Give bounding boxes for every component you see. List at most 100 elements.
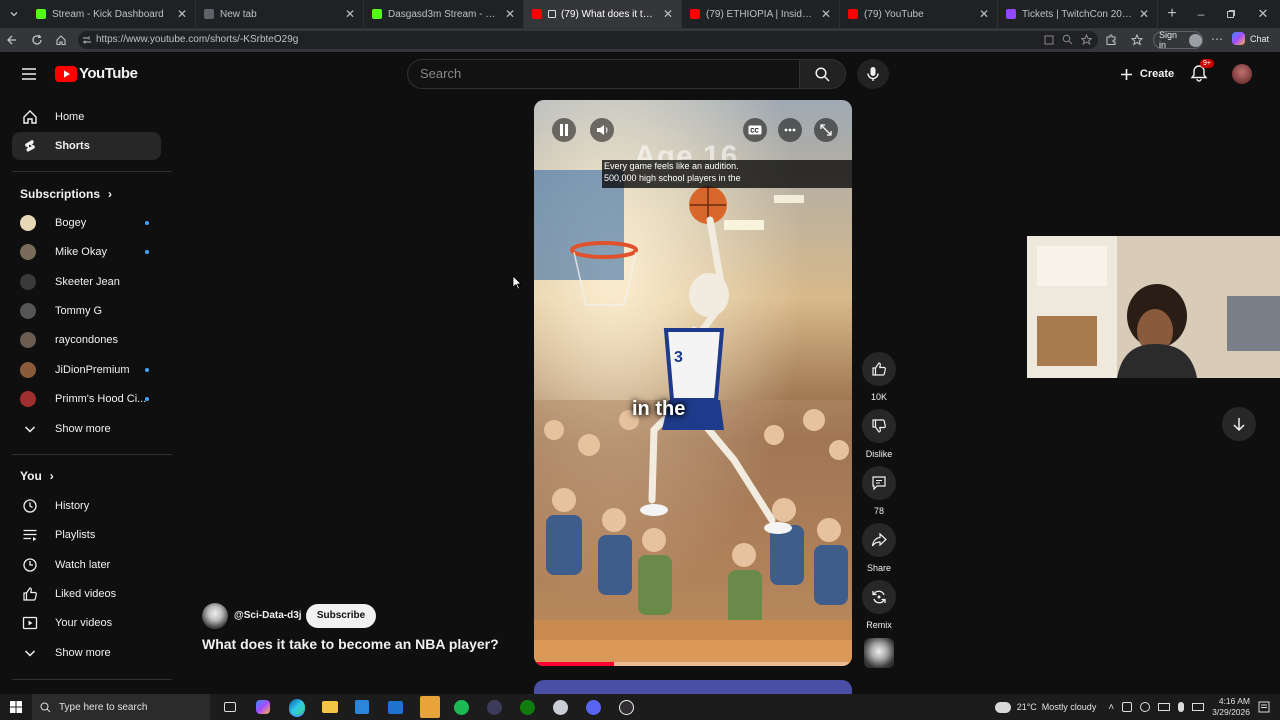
- new-tab-button[interactable]: +: [1158, 0, 1186, 28]
- sidebar-item-subscription[interactable]: Tommy G: [12, 297, 161, 325]
- favorites-icon[interactable]: [1131, 34, 1143, 46]
- sidebar-item-shorts[interactable]: Shorts: [12, 132, 161, 160]
- mail-icon[interactable]: [388, 700, 403, 714]
- tray-network-icon[interactable]: [1122, 702, 1133, 712]
- extensions-icon[interactable]: [1105, 34, 1117, 46]
- close-window-button[interactable]: ✕: [1246, 6, 1280, 22]
- xbox-icon[interactable]: [520, 699, 535, 715]
- dislike-button[interactable]: [862, 409, 896, 443]
- sidebar-item-home[interactable]: Home: [12, 103, 161, 131]
- sidebar-item-subscription[interactable]: JiDionPremium: [12, 356, 161, 384]
- browser-tab[interactable]: Tickets | TwitchCon 2026 ✕: [998, 0, 1158, 28]
- tray-volume-icon[interactable]: [1140, 702, 1151, 712]
- zoom-icon[interactable]: [1062, 34, 1073, 45]
- refresh-icon[interactable]: [31, 34, 43, 46]
- share-button[interactable]: [862, 523, 896, 557]
- more-options-button[interactable]: [778, 118, 802, 142]
- sidebar-item-subscription[interactable]: raycondones: [12, 326, 161, 354]
- read-aloud-icon[interactable]: [1081, 34, 1092, 45]
- tab-close-icon[interactable]: ✕: [663, 7, 673, 21]
- home-browser-icon[interactable]: [55, 34, 67, 46]
- maximize-button[interactable]: [1216, 9, 1246, 19]
- you-header[interactable]: You ›: [20, 469, 54, 483]
- like-button[interactable]: [862, 352, 896, 386]
- copilot-chat-button[interactable]: Chat: [1232, 32, 1269, 45]
- show-more-subscriptions-button[interactable]: Show more: [12, 415, 161, 443]
- weather-text[interactable]: 21°C Mostly cloudy: [1017, 702, 1097, 712]
- sidebar-item-subscription[interactable]: Primm's Hood Ci...: [12, 385, 161, 413]
- show-more-you-button[interactable]: Show more: [12, 639, 161, 667]
- clock[interactable]: 4:16 AM 3/29/2026: [1212, 696, 1250, 718]
- sidebar-item-subscription[interactable]: Skeeter Jean: [12, 268, 161, 296]
- progress-track[interactable]: [534, 662, 852, 666]
- taskbar-search[interactable]: Type here to search: [32, 694, 210, 720]
- browser-tab[interactable]: New tab ✕: [196, 0, 364, 28]
- search-button[interactable]: [800, 59, 846, 89]
- address-bar[interactable]: https://www.youtube.com/shorts/-KSrbteO2…: [78, 31, 1098, 49]
- notification-center-icon[interactable]: [1258, 701, 1270, 713]
- sign-in-button[interactable]: Sign in: [1153, 30, 1203, 50]
- next-short-preview[interactable]: [534, 680, 852, 694]
- media-player-icon[interactable]: [487, 699, 502, 715]
- volume-button[interactable]: [590, 118, 614, 142]
- task-view-icon[interactable]: [224, 702, 236, 712]
- fullscreen-button[interactable]: [814, 118, 838, 142]
- sidebar-item-your-videos[interactable]: Your videos: [12, 609, 161, 637]
- edge-icon[interactable]: [289, 699, 305, 715]
- hamburger-menu-icon[interactable]: [21, 67, 37, 81]
- sound-thumbnail[interactable]: [864, 638, 894, 668]
- obs-icon[interactable]: [619, 699, 634, 715]
- channel-avatar[interactable]: [202, 603, 228, 629]
- account-avatar[interactable]: [1232, 64, 1252, 84]
- sidebar-item-playlists[interactable]: Playlists: [12, 521, 161, 549]
- sidebar-item-subscription[interactable]: Bogey: [12, 209, 161, 237]
- tab-audio-icon[interactable]: [548, 10, 556, 18]
- tray-keyboard-icon[interactable]: [1192, 703, 1205, 711]
- tray-battery-icon[interactable]: [1158, 703, 1171, 711]
- create-button[interactable]: Create: [1112, 59, 1182, 89]
- tray-mic-icon[interactable]: [1178, 702, 1185, 712]
- file-explorer-icon[interactable]: [322, 701, 338, 713]
- sidebar-item-liked-videos[interactable]: Liked videos: [12, 580, 161, 608]
- store-icon[interactable]: [355, 700, 369, 714]
- minimize-button[interactable]: –: [1186, 7, 1216, 21]
- short-title[interactable]: What does it take to become an NBA playe…: [202, 636, 499, 652]
- sidebar-item-watch-later[interactable]: Watch later: [12, 551, 161, 579]
- tab-close-icon[interactable]: ✕: [1139, 7, 1149, 21]
- steam-icon[interactable]: [553, 699, 568, 715]
- search-input[interactable]: Search: [407, 59, 800, 89]
- tab-close-icon[interactable]: ✕: [979, 7, 989, 21]
- discord-icon[interactable]: [586, 699, 601, 715]
- sidebar-item-history[interactable]: History: [12, 492, 161, 520]
- browser-tab[interactable]: (79) YouTube ✕: [840, 0, 998, 28]
- browser-tab[interactable]: Dasgasd3m Stream - Watch Live o ✕: [364, 0, 524, 28]
- tray-chevron-icon[interactable]: ˄: [1108, 702, 1114, 713]
- tab-list-menu-button[interactable]: [0, 0, 28, 28]
- channel-name[interactable]: @Sci-Data-d3j: [234, 610, 302, 621]
- back-icon[interactable]: [6, 34, 18, 46]
- captions-button[interactable]: CC: [743, 118, 767, 142]
- browser-tab[interactable]: Stream - Kick Dashboard ✕: [28, 0, 196, 28]
- copilot-taskbar-icon[interactable]: [256, 700, 270, 714]
- voice-search-button[interactable]: [857, 59, 889, 89]
- next-short-button[interactable]: [1222, 407, 1256, 441]
- remix-button[interactable]: [862, 580, 896, 614]
- notifications-button[interactable]: 9+: [1190, 59, 1214, 86]
- comments-button[interactable]: [862, 466, 896, 500]
- spotify-icon[interactable]: [454, 699, 469, 715]
- browser-tab[interactable]: (79) What does it take to beco ✕: [524, 0, 682, 28]
- subscribe-button[interactable]: Subscribe: [306, 604, 376, 628]
- short-video-player[interactable]: 3 Age 16 Every game feels like an auditi…: [534, 100, 852, 666]
- tab-close-icon[interactable]: ✕: [821, 7, 831, 21]
- subscriptions-header[interactable]: Subscriptions ›: [20, 187, 112, 201]
- pause-button[interactable]: [552, 118, 576, 142]
- app-available-icon[interactable]: [1044, 35, 1054, 45]
- windows-start-icon[interactable]: [10, 701, 22, 713]
- tab-close-icon[interactable]: ✕: [177, 7, 187, 21]
- tab-close-icon[interactable]: ✕: [505, 7, 515, 21]
- sidebar-item-subscription[interactable]: Mike Okay: [12, 238, 161, 266]
- notes-icon[interactable]: [420, 696, 440, 718]
- browser-tab[interactable]: (79) ETHIOPIA | Inside The Unseen ✕: [682, 0, 840, 28]
- tab-close-icon[interactable]: ✕: [345, 7, 355, 21]
- youtube-logo[interactable]: YouTube: [55, 65, 138, 82]
